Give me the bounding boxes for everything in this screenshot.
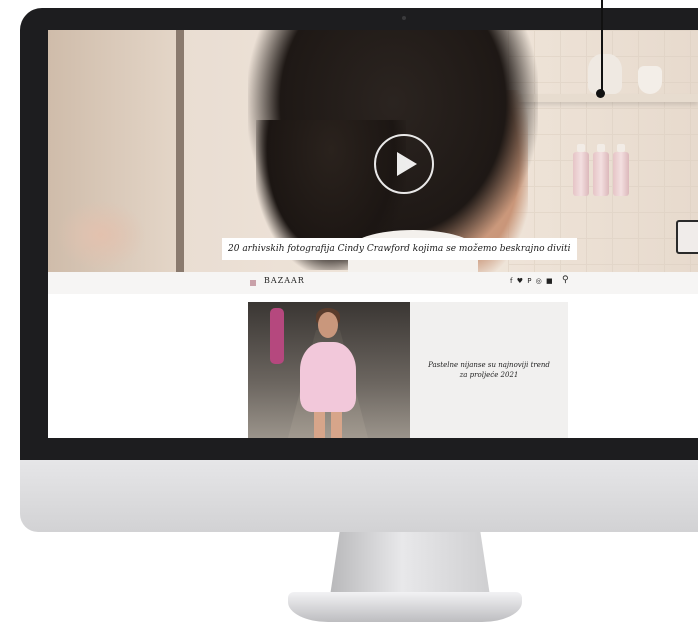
model-dress-image [300,342,356,412]
model-legs-image [314,410,342,438]
bottle-image [573,152,589,196]
social-icons[interactable]: f ♥ P ◎ ■ [510,277,554,285]
background-model-image [270,308,284,364]
monitor-chin [20,460,698,532]
camera-icon [402,16,406,20]
annotation-pointer-dot [596,89,605,98]
model-head-image [318,312,338,338]
search-icon[interactable]: ⚲ [562,275,569,285]
logo-mark-icon [250,280,256,286]
article-title[interactable]: Pastelne nijanse su najnoviji trend za p… [410,360,568,380]
monitor-stand-neck [330,532,490,596]
background-pillar [176,30,184,272]
annotation-pointer-line [601,0,603,92]
bottle-cap [617,144,625,152]
article-card[interactable]: Pastelne nijanse su najnoviji trend za p… [410,302,568,438]
background-shelf [518,94,698,102]
site-logo[interactable]: BAZAAR [264,276,305,285]
site-header [48,272,698,294]
monitor-stand-foot [288,592,522,622]
bottle-cap [577,144,585,152]
tap-image [676,220,698,254]
bowl-image [638,66,662,94]
hand-image [56,200,146,270]
bottle-image [593,152,609,196]
bottle-image [613,152,629,196]
bottle-cap [597,144,605,152]
vase-image [588,54,622,94]
play-icon [396,152,417,176]
play-button[interactable] [374,134,434,194]
hero-caption[interactable]: 20 arhivskih fotografija Cindy Crawford … [222,238,577,260]
